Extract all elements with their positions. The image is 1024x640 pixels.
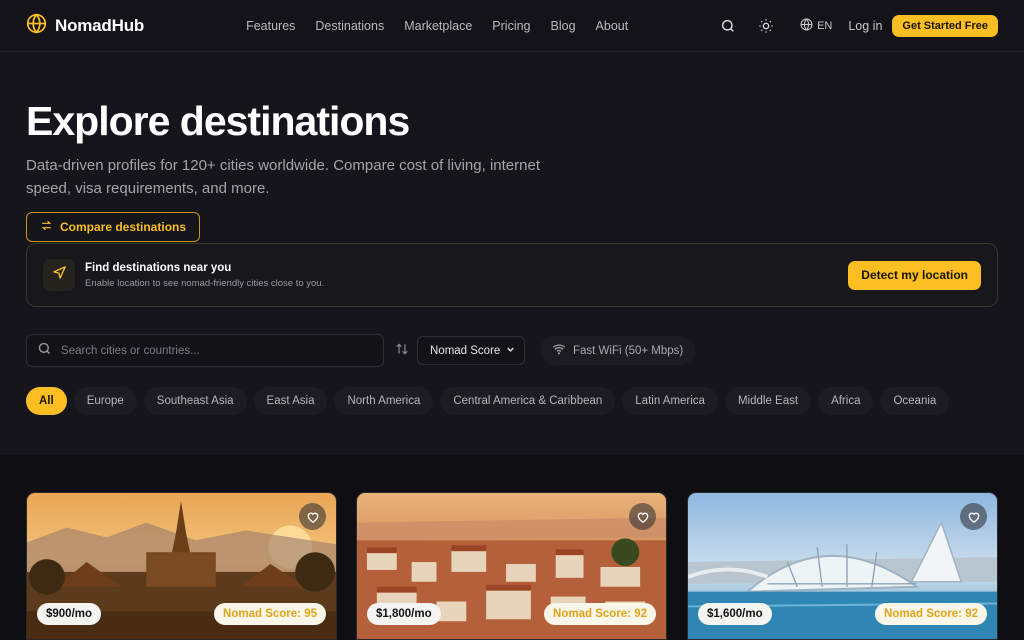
get-started-button[interactable]: Get Started Free <box>892 14 998 37</box>
navigation-arrow-icon <box>52 265 67 285</box>
nav-actions: EN Log in Get Started Free <box>716 14 998 38</box>
region-chip-middle-east[interactable]: Middle East <box>724 387 812 415</box>
region-chip-europe[interactable]: Europe <box>73 387 137 415</box>
fast-wifi-label: Fast WiFi (50+ Mbps) <box>573 344 684 357</box>
chevron-down-icon <box>505 344 516 358</box>
compare-destinations-button[interactable]: Compare destinations <box>26 212 201 242</box>
price-badge: $1,600/mo <box>698 603 772 625</box>
page-subtitle: Data-driven profiles for 120+ cities wor… <box>26 157 540 197</box>
nav-link-destinations[interactable]: Destinations <box>315 19 384 33</box>
region-chip-north-america[interactable]: North America <box>334 387 434 415</box>
nav-links: Features Destinations Marketplace Pricin… <box>246 19 628 33</box>
sort-arrows-icon <box>395 342 409 361</box>
favorite-heart-icon[interactable] <box>629 503 656 530</box>
nav-link-marketplace[interactable]: Marketplace <box>404 19 472 33</box>
language-code: EN <box>817 19 833 32</box>
language-selector[interactable]: EN <box>800 17 833 34</box>
region-chips: All Europe Southeast Asia East Asia Nort… <box>26 387 950 415</box>
region-chip-latin-america[interactable]: Latin America <box>622 387 718 415</box>
destination-card[interactable]: $1,800/mo Nomad Score: 92 <box>356 492 667 640</box>
wifi-icon <box>552 342 566 359</box>
favorite-heart-icon[interactable] <box>960 503 987 530</box>
brand-name: NomadHub <box>55 15 145 35</box>
search-input[interactable] <box>61 344 373 357</box>
location-text: Find destinations near you Enable locati… <box>85 262 324 289</box>
region-chip-oceania[interactable]: Oceania <box>880 387 950 415</box>
nav-link-pricing[interactable]: Pricing <box>492 19 530 33</box>
nav-link-about[interactable]: About <box>596 19 629 33</box>
nav-link-blog[interactable]: Blog <box>551 19 576 33</box>
search-icon[interactable] <box>716 14 740 38</box>
search-icon <box>37 341 52 361</box>
price-badge: $1,800/mo <box>367 603 441 625</box>
login-link[interactable]: Log in <box>848 19 882 33</box>
compare-destinations-label: Compare destinations <box>60 220 187 234</box>
globe-logo-icon <box>26 12 47 39</box>
detect-location-button[interactable]: Detect my location <box>848 260 981 290</box>
price-badge: $900/mo <box>37 603 102 625</box>
location-icon-box <box>43 259 75 291</box>
region-chip-central-america[interactable]: Central America & Caribbean <box>440 387 616 415</box>
nomad-score-badge: Nomad Score: 92 <box>875 603 987 625</box>
swap-arrows-icon <box>40 219 53 235</box>
brand[interactable]: NomadHub <box>26 12 145 39</box>
region-chip-southeast-asia[interactable]: Southeast Asia <box>143 387 247 415</box>
globe-icon <box>800 17 813 34</box>
region-chip-all[interactable]: All <box>26 387 67 415</box>
top-navbar: NomadHub Features Destinations Marketpla… <box>0 0 1024 52</box>
sort-select-value: Nomad Score <box>430 344 501 357</box>
location-description: Enable location to see nomad-friendly ci… <box>85 277 325 289</box>
region-chip-africa[interactable]: Africa <box>818 387 874 415</box>
sun-theme-icon[interactable] <box>754 14 778 38</box>
nomad-score-badge: Nomad Score: 95 <box>214 603 326 625</box>
fast-wifi-filter[interactable]: Fast WiFi (50+ Mbps) <box>540 336 696 365</box>
page-title: Explore destinations <box>26 98 410 144</box>
location-card: Find destinations near you Enable locati… <box>26 243 998 307</box>
region-chip-east-asia[interactable]: East Asia <box>253 387 328 415</box>
search-box <box>26 334 384 367</box>
nomad-score-badge: Nomad Score: 92 <box>544 603 656 625</box>
destination-card[interactable]: $1,600/mo Nomad Score: 92 <box>687 492 998 640</box>
destination-card[interactable]: $900/mo Nomad Score: 95 <box>26 492 337 640</box>
location-title: Find destinations near you <box>85 261 232 274</box>
nav-link-features[interactable]: Features <box>246 19 295 33</box>
favorite-heart-icon[interactable] <box>299 503 326 530</box>
sort-select[interactable]: Nomad Score <box>417 336 525 365</box>
